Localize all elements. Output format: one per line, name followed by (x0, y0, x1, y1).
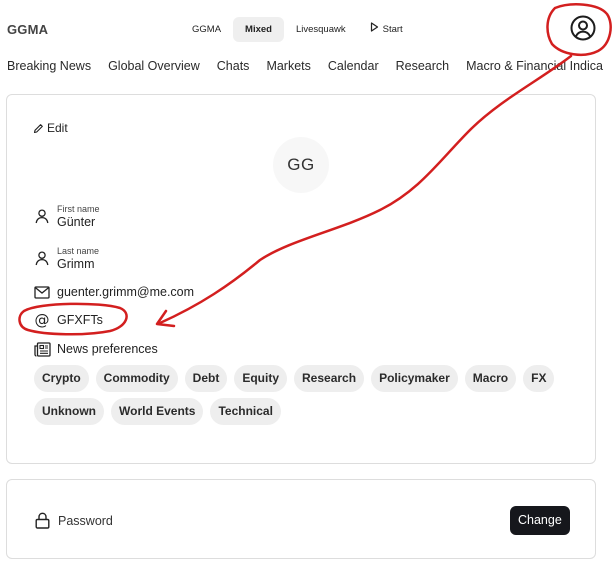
tag-fx[interactable]: FX (523, 365, 555, 392)
first-name-value: Günter (57, 215, 96, 229)
nav-markets[interactable]: Markets (266, 59, 310, 73)
tag-row: Crypto Commodity Debt Equity Research Po… (34, 365, 574, 392)
user-icon (33, 250, 51, 268)
newspaper-icon (33, 340, 51, 358)
play-icon (370, 17, 380, 42)
tag-policymaker[interactable]: Policymaker (371, 365, 458, 392)
nav-chats[interactable]: Chats (217, 59, 250, 73)
first-name-label: First name (57, 204, 100, 214)
nav-macro-financial[interactable]: Macro & Financial Indica (466, 59, 603, 73)
nav-research[interactable]: Research (396, 59, 450, 73)
last-name-field: Last name Grimm (33, 246, 99, 271)
user-circle-icon (570, 15, 596, 41)
nav-breaking-news[interactable]: Breaking News (7, 59, 91, 73)
handle-value: GFXFTs (57, 313, 103, 327)
news-preferences-label: News preferences (57, 342, 158, 356)
news-preference-tags: Crypto Commodity Debt Equity Research Po… (34, 365, 574, 431)
last-name-label: Last name (57, 246, 100, 256)
mode-ggma[interactable]: GGMA (180, 17, 233, 42)
mode-mixed[interactable]: Mixed (233, 17, 284, 42)
tag-world-events[interactable]: World Events (111, 398, 204, 425)
mail-icon (33, 283, 51, 301)
tag-crypto[interactable]: Crypto (34, 365, 89, 392)
change-password-button[interactable]: Change (510, 506, 570, 535)
nav-calendar[interactable]: Calendar (328, 59, 379, 73)
mode-start[interactable]: Start (358, 17, 415, 42)
lock-icon (35, 512, 50, 529)
password-row: Password (35, 512, 113, 529)
mode-switcher: GGMA Mixed Livesquawk Start (180, 17, 415, 42)
email-value: guenter.grimm@me.com (57, 285, 195, 299)
at-icon: @ (34, 311, 50, 329)
profile-card: Edit GG First name Günter Last name Grim… (6, 94, 596, 464)
security-card: Password Change (6, 479, 596, 559)
tag-research[interactable]: Research (294, 365, 365, 392)
last-name-value: Grimm (57, 257, 95, 271)
mode-livesquawk[interactable]: Livesquawk (284, 17, 358, 42)
nav-global-overview[interactable]: Global Overview (108, 59, 200, 73)
tag-commodity[interactable]: Commodity (95, 365, 178, 392)
tag-macro[interactable]: Macro (464, 365, 517, 392)
news-preferences-header: News preferences (33, 340, 158, 358)
first-name-field: First name Günter (33, 204, 100, 229)
edit-label: Edit (47, 121, 68, 135)
tag-unknown[interactable]: Unknown (34, 398, 104, 425)
tag-equity[interactable]: Equity (234, 365, 288, 392)
top-bar: GGMA GGMA Mixed Livesquawk Start (0, 0, 612, 58)
mode-start-label: Start (382, 24, 403, 36)
tag-debt[interactable]: Debt (184, 365, 228, 392)
pencil-icon (33, 123, 43, 133)
tag-technical[interactable]: Technical (210, 398, 281, 425)
user-icon (33, 208, 51, 226)
main-nav: Breaking News Global Overview Chats Mark… (7, 59, 612, 73)
password-label: Password (58, 513, 113, 528)
handle-field: @ GFXFTs (33, 311, 103, 329)
tag-row: Unknown World Events Technical (34, 398, 574, 425)
app-title[interactable]: GGMA (7, 22, 48, 37)
edit-button[interactable]: Edit (33, 121, 68, 135)
avatar: GG (273, 137, 329, 193)
email-field: guenter.grimm@me.com (33, 283, 194, 301)
profile-button[interactable] (569, 14, 597, 42)
